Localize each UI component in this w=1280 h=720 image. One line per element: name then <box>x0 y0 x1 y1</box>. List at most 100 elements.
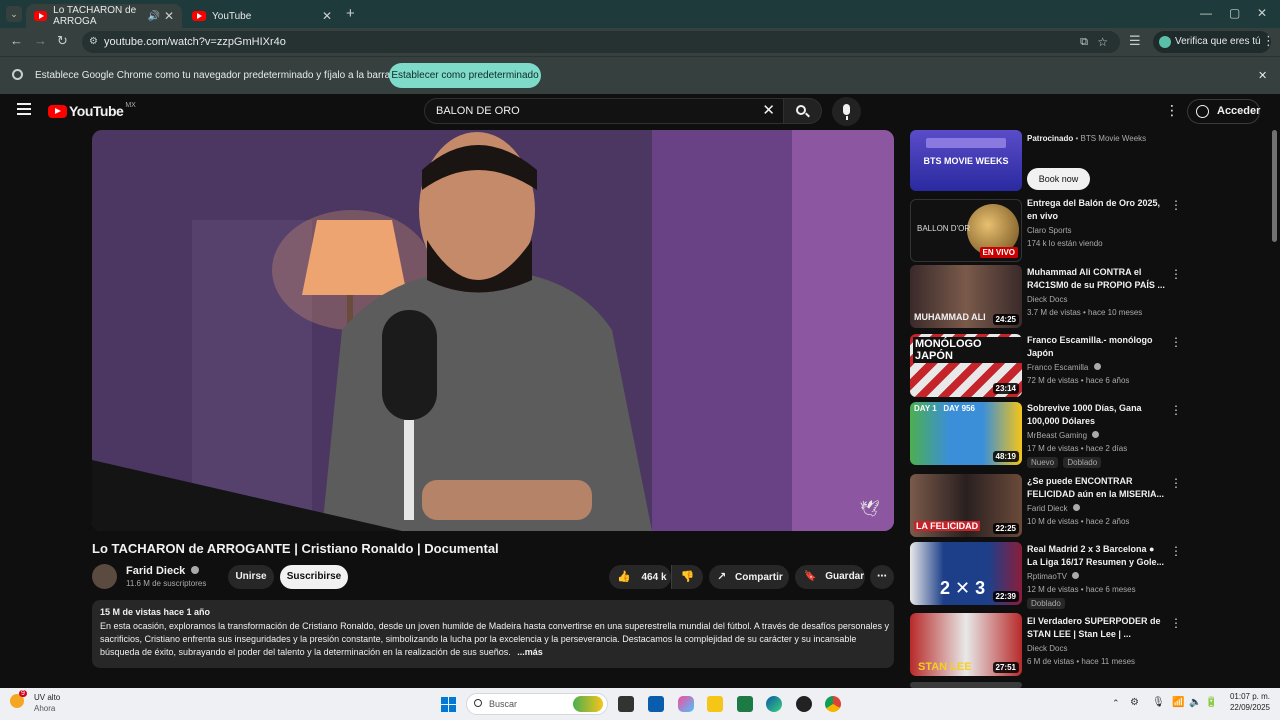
back-icon[interactable]: ← <box>10 33 23 48</box>
search-input[interactable]: BALON DE ORO ✕ <box>424 98 784 124</box>
clock[interactable]: 01:07 p. m. 22/09/2025 <box>1226 692 1270 712</box>
recommended-title[interactable]: Sobrevive 1000 Días, Gana 100,000 Dólare… <box>1027 402 1167 428</box>
ad-thumbnail[interactable]: BTS MOVIE WEEKS <box>910 130 1022 191</box>
hamburger-menu-icon[interactable] <box>17 103 31 115</box>
item-menu-icon[interactable]: ⋮ <box>1170 267 1182 281</box>
save-button[interactable]: 🔖 Guardar <box>795 565 865 589</box>
taskbar-search[interactable]: Buscar <box>466 693 608 715</box>
verified-icon <box>1092 431 1100 438</box>
recommended-title[interactable]: Entrega del Balón de Oro 2025, en vivo <box>1027 197 1167 223</box>
video-watermark-icon: 🕊 <box>859 501 880 518</box>
recommended-tags: Nuevo Doblado <box>1027 457 1104 468</box>
tray-chevron-icon[interactable]: ⌃ <box>1112 698 1120 709</box>
copilot-icon[interactable] <box>678 696 694 712</box>
tray-app-icon[interactable]: ⚙ <box>1130 697 1139 708</box>
recommended-channel[interactable]: RptimaoTV <box>1027 572 1080 581</box>
site-info-icon[interactable]: ⚙ <box>89 31 98 53</box>
video-player[interactable]: 🕊 <box>92 130 894 531</box>
weather-sub: Ahora <box>34 704 56 713</box>
item-menu-icon[interactable]: ⋮ <box>1170 198 1182 212</box>
recommended-stats: 3.7 M de vistas • hace 10 meses <box>1027 308 1143 317</box>
recommended-title[interactable]: Muhammad Ali CONTRA el R4C1SM0 de su PRO… <box>1027 266 1167 292</box>
recommended-channel[interactable]: Dieck Docs <box>1027 644 1067 653</box>
recommended-channel[interactable]: Claro Sports <box>1027 226 1071 235</box>
sign-in-label: Acceder <box>1217 105 1261 117</box>
battery-icon[interactable]: 🔋 <box>1205 697 1217 708</box>
share-button[interactable]: ↗ Compartir <box>709 565 789 589</box>
verify-profile-button[interactable]: Verifica que eres tú <box>1153 31 1271 53</box>
item-menu-icon[interactable]: ⋮ <box>1170 476 1182 490</box>
more-horizontal-icon: ⋯ <box>877 571 887 582</box>
recommended-channel[interactable]: Farid Dieck <box>1027 504 1080 513</box>
minimize-icon[interactable]: — <box>1200 6 1212 20</box>
close-infobar-icon[interactable]: ✕ <box>1258 69 1267 82</box>
url-text: youtube.com/watch?v=zzpGmHIXr4o <box>104 36 286 48</box>
thumbnail-text: STAN LEE <box>918 661 972 673</box>
item-menu-icon[interactable]: ⋮ <box>1170 616 1182 630</box>
youtube-logo[interactable]: YouTube MX <box>48 102 136 119</box>
ad-sponsor-line: Patrocinado • BTS Movie Weeks <box>1027 134 1147 143</box>
microphone-tray-icon[interactable]: 🎙 <box>1152 697 1165 708</box>
page-scrollbar[interactable] <box>1272 130 1277 242</box>
show-more-link[interactable]: ...más <box>517 647 543 657</box>
wifi-icon[interactable]: 📶 <box>1172 697 1184 708</box>
install-app-icon[interactable]: ⧉ <box>1080 31 1088 53</box>
forward-icon[interactable]: → <box>34 33 47 48</box>
recommended-channel[interactable]: Franco Escamilla <box>1027 363 1101 372</box>
calendar-app-icon[interactable] <box>648 696 664 712</box>
tab-youtube[interactable]: YouTube ✕ <box>184 4 340 28</box>
close-tab-icon[interactable]: ✕ <box>164 9 174 23</box>
edge-icon[interactable] <box>766 696 782 712</box>
excel-icon[interactable] <box>737 696 753 712</box>
reload-icon[interactable]: ↻ <box>57 33 68 49</box>
task-view-icon[interactable] <box>618 696 634 712</box>
tab-search-button[interactable]: ⌄ <box>6 6 22 22</box>
subscribe-button[interactable]: Suscribirse <box>280 565 348 589</box>
recommended-thumbnail[interactable]: STAN LEE 27:51 <box>910 613 1022 676</box>
tab-video[interactable]: Lo TACHARON de ARROGA 🔊 ✕ <box>26 4 182 28</box>
windows-start-icon[interactable] <box>441 697 456 712</box>
set-default-button[interactable]: Establecer como predeterminado <box>389 63 541 88</box>
book-now-button[interactable]: Book now <box>1027 168 1090 190</box>
live-badge: EN VIVO <box>979 247 1018 258</box>
recommended-thumbnail[interactable]: MONÓLOGO JAPÓN 23:14 <box>910 334 1022 397</box>
settings-kebab-icon[interactable]: ⋮ <box>1165 102 1179 119</box>
new-tab-icon[interactable]: + <box>346 5 355 22</box>
recommended-thumbnail[interactable]: BALLON D'OR EN VIVO <box>910 199 1022 262</box>
chrome-taskbar-icon[interactable] <box>825 696 841 712</box>
volume-icon[interactable]: 🔈 <box>1189 697 1201 708</box>
address-bar[interactable]: ⚙ youtube.com/watch?v=zzpGmHIXr4o ⧉ ☆ <box>82 31 1120 53</box>
channel-avatar[interactable] <box>92 564 117 589</box>
recommended-channel[interactable]: Dieck Docs <box>1027 295 1067 304</box>
item-menu-icon[interactable]: ⋮ <box>1170 335 1182 349</box>
restore-icon[interactable]: ▢ <box>1229 6 1240 20</box>
close-window-icon[interactable]: ✕ <box>1257 6 1267 20</box>
item-menu-icon[interactable]: ⋮ <box>1170 403 1182 417</box>
recommended-title[interactable]: El Verdadero SUPERPODER de STAN LEE | St… <box>1027 615 1167 641</box>
recommended-tags: Doblado <box>1027 598 1068 609</box>
app-icon[interactable] <box>796 696 812 712</box>
bookmark-star-icon[interactable]: ☆ <box>1097 31 1108 53</box>
clear-search-icon[interactable]: ✕ <box>762 99 775 123</box>
recommended-channel[interactable]: MrBeast Gaming <box>1027 431 1100 440</box>
sign-in-button[interactable]: Acceder <box>1187 99 1260 124</box>
recommended-thumbnail[interactable]: MUHAMMAD ALI 24:25 <box>910 265 1022 328</box>
voice-search-button[interactable] <box>832 97 861 126</box>
recommended-title[interactable]: ¿Se puede ENCONTRAR FELICIDAD aún en la … <box>1027 475 1167 501</box>
recommended-thumbnail[interactable]: 2 ✕ 3 22:39 <box>910 542 1022 605</box>
recommended-thumbnail[interactable]: DAY 1 DAY 956 48:19 <box>910 402 1022 465</box>
like-button[interactable]: 👍 464 k <box>609 565 671 589</box>
reading-list-icon[interactable]: ☰ <box>1129 33 1141 49</box>
item-menu-icon[interactable]: ⋮ <box>1170 544 1182 558</box>
channel-name[interactable]: Farid Dieck <box>126 565 200 577</box>
dislike-button[interactable]: 👎 <box>671 565 703 589</box>
close-tab-icon[interactable]: ✕ <box>322 9 332 23</box>
more-actions-button[interactable]: ⋯ <box>870 565 894 589</box>
search-button[interactable] <box>784 98 822 124</box>
recommended-thumbnail[interactable]: LA FELICIDAD 22:25 <box>910 474 1022 537</box>
join-button[interactable]: Unirse <box>228 565 274 589</box>
recommended-title[interactable]: Real Madrid 2 x 3 Barcelona ● La Liga 16… <box>1027 543 1167 569</box>
chrome-menu-icon[interactable]: ⋮ <box>1262 33 1275 49</box>
file-explorer-icon[interactable] <box>707 696 723 712</box>
recommended-title[interactable]: Franco Escamilla.- monólogo Japón <box>1027 334 1167 360</box>
